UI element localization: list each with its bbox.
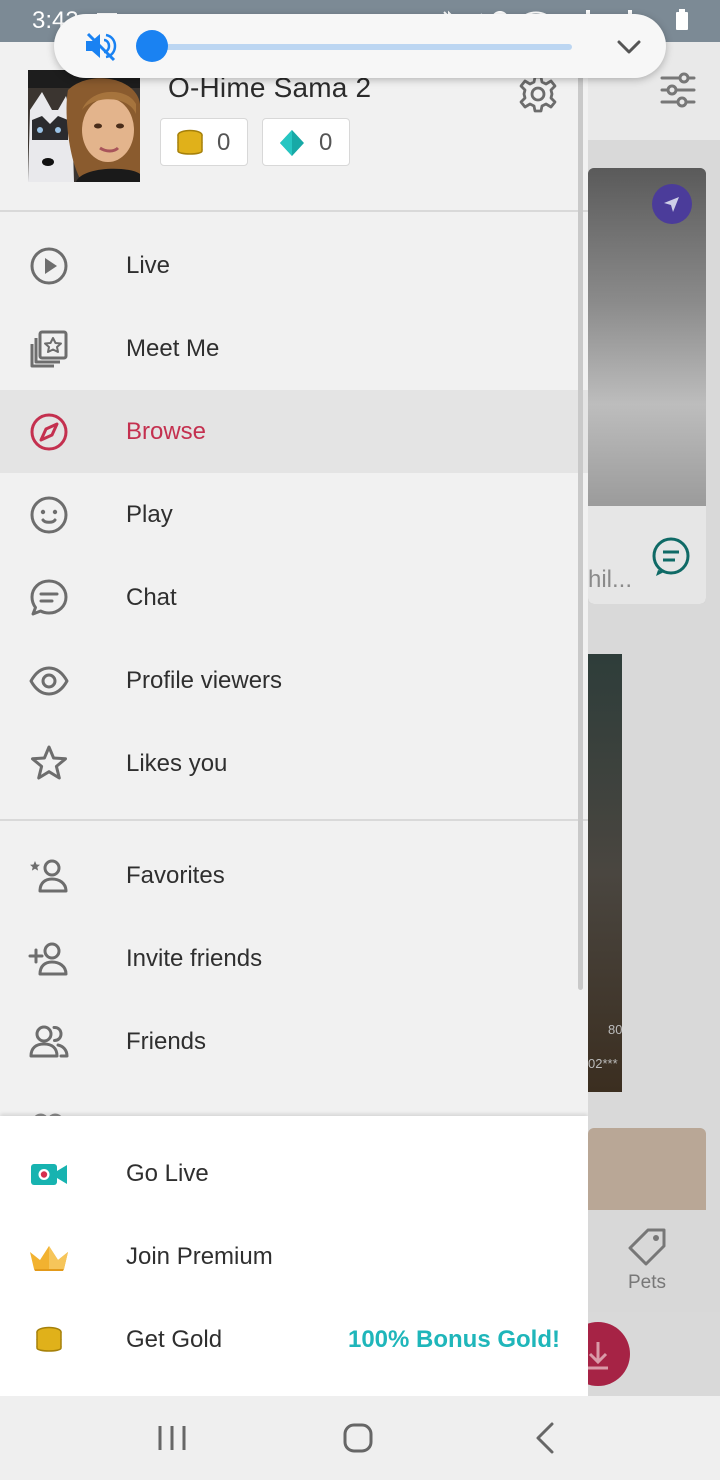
back-icon[interactable]: [526, 1418, 566, 1458]
get-gold-button[interactable]: Get Gold 100% Bonus Gold!: [0, 1298, 588, 1381]
user-star-icon: [30, 859, 68, 893]
avatar[interactable]: [28, 70, 140, 182]
gear-icon[interactable]: [518, 74, 558, 114]
menu-item-meet-me[interactable]: Meet Me: [0, 307, 588, 390]
menu-item-browse[interactable]: Browse: [0, 390, 588, 473]
chat-bubble-icon: [30, 579, 68, 616]
tag-icon: [628, 1228, 666, 1266]
divider: [0, 819, 588, 821]
users-icon: [29, 1025, 69, 1058]
menu-item-label: Live: [126, 252, 171, 279]
navigation-arrow-icon: [652, 184, 692, 224]
bonus-gold-promo[interactable]: 100% Bonus Gold!: [348, 1326, 560, 1354]
menu-item-play[interactable]: Play: [0, 473, 588, 556]
go-live-label: Go Live: [126, 1160, 209, 1187]
divider: [0, 210, 588, 212]
drawer-bottom-actions: Go Live Join Premium Get Gold 100% Bonus…: [0, 1116, 588, 1396]
navigation-drawer: O-Hime Sama 2 0 0 Live Meet Me Browse Pl…: [0, 42, 588, 1396]
menu-item-label: Favorites: [126, 862, 225, 889]
menu-item-label: Friends: [126, 1028, 207, 1055]
video-camera-icon: [31, 1164, 67, 1185]
menu-item-profile-viewers[interactable]: Profile viewers: [0, 639, 588, 722]
gold-count: 0: [217, 129, 231, 156]
join-premium-button[interactable]: Join Premium: [0, 1215, 588, 1298]
menu-item-favorites[interactable]: Favorites: [0, 834, 588, 917]
compass-icon: [30, 413, 68, 451]
filter-sliders-icon: [660, 72, 696, 108]
gold-balance-chip[interactable]: 0: [160, 118, 248, 166]
menu-item-label: Likes you: [126, 750, 228, 777]
volume-slider-thumb[interactable]: [136, 30, 168, 62]
background-card-text: 02***: [588, 1056, 618, 1071]
gold-coins-icon: [36, 1326, 62, 1352]
background-card-text: 80: [608, 1022, 623, 1037]
menu-item-likes-you[interactable]: Likes you: [0, 722, 588, 805]
smiley-icon: [30, 496, 68, 534]
system-navigation-bar: [0, 1396, 720, 1480]
menu-item-label: Play: [126, 501, 173, 528]
volume-mute-icon[interactable]: [84, 30, 118, 62]
go-live-button[interactable]: Go Live: [0, 1132, 588, 1215]
play-circle-icon: [30, 247, 68, 285]
home-icon[interactable]: [338, 1418, 378, 1458]
join-premium-label: Join Premium: [126, 1243, 273, 1270]
menu-item-label: Profile viewers: [126, 667, 283, 694]
menu-item-label: Meet Me: [126, 335, 220, 362]
background-card-caption: hil...: [588, 566, 633, 593]
volume-panel: [54, 14, 666, 78]
menu-item-friends[interactable]: Friends: [0, 1000, 588, 1083]
menu-item-live[interactable]: Live: [0, 224, 588, 307]
tab-pets: Pets: [628, 1272, 667, 1293]
chevron-down-icon[interactable]: [614, 32, 644, 62]
user-plus-icon: [28, 942, 68, 976]
menu-item-label: Browse: [126, 418, 207, 445]
diamond-balance-chip[interactable]: 0: [262, 118, 350, 166]
diamond-icon: [280, 130, 304, 156]
get-gold-label: Get Gold: [126, 1326, 223, 1353]
menu-item-chat[interactable]: Chat: [0, 556, 588, 639]
background-chat-icon: [652, 537, 690, 576]
menu-item-label: Invite friends: [126, 945, 263, 972]
volume-slider-track[interactable]: [152, 44, 572, 50]
photo-stack-star-icon: [30, 330, 68, 368]
drawer-scrollbar[interactable]: [578, 42, 583, 990]
gold-coins-icon: [177, 129, 203, 155]
diamond-count: 0: [319, 129, 333, 156]
menu-item-invite-friends[interactable]: Invite friends: [0, 917, 588, 1000]
menu-item-label: Chat: [126, 584, 177, 611]
recent-apps-icon[interactable]: [152, 1418, 192, 1458]
background-user-card-2: 80 02***: [588, 654, 622, 1092]
background-user-card-3: [588, 1128, 706, 1210]
eye-icon: [29, 666, 69, 696]
star-icon: [31, 745, 67, 780]
crown-icon: [30, 1246, 68, 1271]
